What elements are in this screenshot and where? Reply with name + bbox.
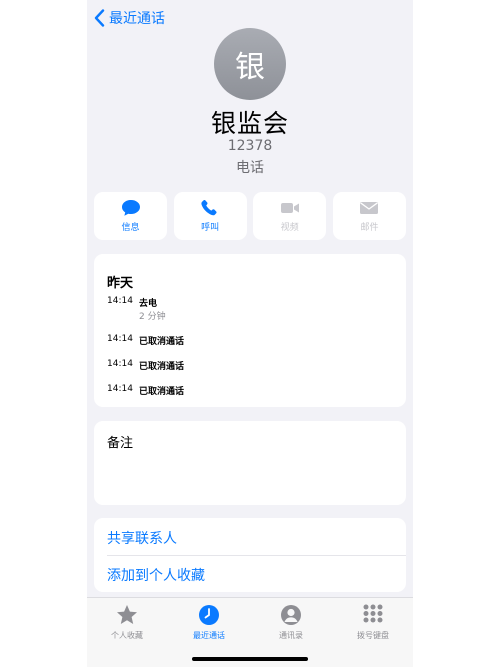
action-buttons: 信息 呼叫 视频 邮件 bbox=[94, 192, 406, 240]
call-button[interactable]: 呼叫 bbox=[173, 192, 247, 240]
phone-number: 12378 bbox=[227, 138, 273, 154]
mail-button[interactable]: 邮件 bbox=[332, 192, 406, 240]
call-duration: 2 分钟 bbox=[139, 312, 166, 322]
back-label: 最近通话 bbox=[109, 11, 165, 27]
tab-keypad[interactable]: 拨号键盘 bbox=[338, 604, 408, 641]
tab-label: 个人收藏 bbox=[111, 631, 143, 640]
call-row: 14:14 去电 2 分钟 bbox=[107, 296, 166, 322]
chevron-left-icon bbox=[94, 9, 105, 27]
share-contact-link[interactable]: 共享联系人 bbox=[107, 528, 177, 548]
tab-favorites[interactable]: 个人收藏 bbox=[92, 604, 162, 641]
avatar: 银 bbox=[214, 28, 286, 100]
mail-label: 邮件 bbox=[360, 223, 379, 233]
message-icon bbox=[121, 200, 140, 216]
call-type: 已取消通话 bbox=[139, 387, 185, 397]
call-time: 14:14 bbox=[107, 334, 133, 344]
divider bbox=[107, 555, 406, 556]
video-button[interactable]: 视频 bbox=[253, 192, 327, 240]
clock-icon bbox=[199, 605, 219, 625]
keypad-icon bbox=[363, 604, 383, 623]
call-type: 已取消通话 bbox=[139, 337, 185, 347]
call-history-card: 昨天 14:14 去电 2 分钟 14:14 已取消通话 14:14 已取消通话… bbox=[94, 254, 406, 407]
call-type: 已取消通话 bbox=[139, 362, 185, 372]
tab-label: 最近通话 bbox=[193, 631, 225, 640]
call-time: 14:14 bbox=[107, 359, 133, 369]
phone-label: 电话 bbox=[236, 160, 264, 176]
tab-contacts[interactable]: 通讯录 bbox=[256, 604, 326, 641]
tab-label: 拨号键盘 bbox=[357, 631, 389, 640]
message-label: 信息 bbox=[121, 223, 140, 233]
call-time: 14:14 bbox=[107, 296, 133, 306]
video-label: 视频 bbox=[280, 223, 299, 233]
call-row: 14:14 已取消通话 bbox=[107, 384, 184, 397]
person-icon bbox=[281, 605, 301, 625]
notes-card[interactable]: 备注 bbox=[94, 421, 406, 505]
notes-title: 备注 bbox=[107, 436, 134, 451]
message-button[interactable]: 信息 bbox=[94, 192, 167, 240]
contact-name: 银监会 bbox=[210, 109, 289, 138]
home-indicator[interactable] bbox=[192, 657, 308, 661]
star-icon bbox=[117, 605, 137, 624]
call-label: 呼叫 bbox=[201, 223, 220, 233]
call-time: 14:14 bbox=[107, 384, 133, 394]
history-date: 昨天 bbox=[107, 276, 134, 291]
tab-label: 通讯录 bbox=[279, 631, 303, 640]
call-row: 14:14 已取消通话 bbox=[107, 359, 184, 372]
contact-links-card: 共享联系人 添加到个人收藏 bbox=[94, 518, 406, 592]
call-type: 去电 bbox=[139, 299, 158, 309]
back-button[interactable]: 最近通话 bbox=[93, 8, 165, 28]
video-icon bbox=[280, 203, 299, 213]
tab-recents[interactable]: 最近通话 bbox=[174, 604, 244, 641]
add-to-favorites-link[interactable]: 添加到个人收藏 bbox=[107, 565, 205, 585]
contact-detail-screen: 最近通话 银 银监会 12378 电话 信息 呼叫 视频 邮件 昨天 14:14… bbox=[87, 0, 413, 667]
call-row: 14:14 已取消通话 bbox=[107, 334, 184, 347]
mail-icon bbox=[360, 202, 379, 214]
phone-icon bbox=[201, 200, 217, 216]
